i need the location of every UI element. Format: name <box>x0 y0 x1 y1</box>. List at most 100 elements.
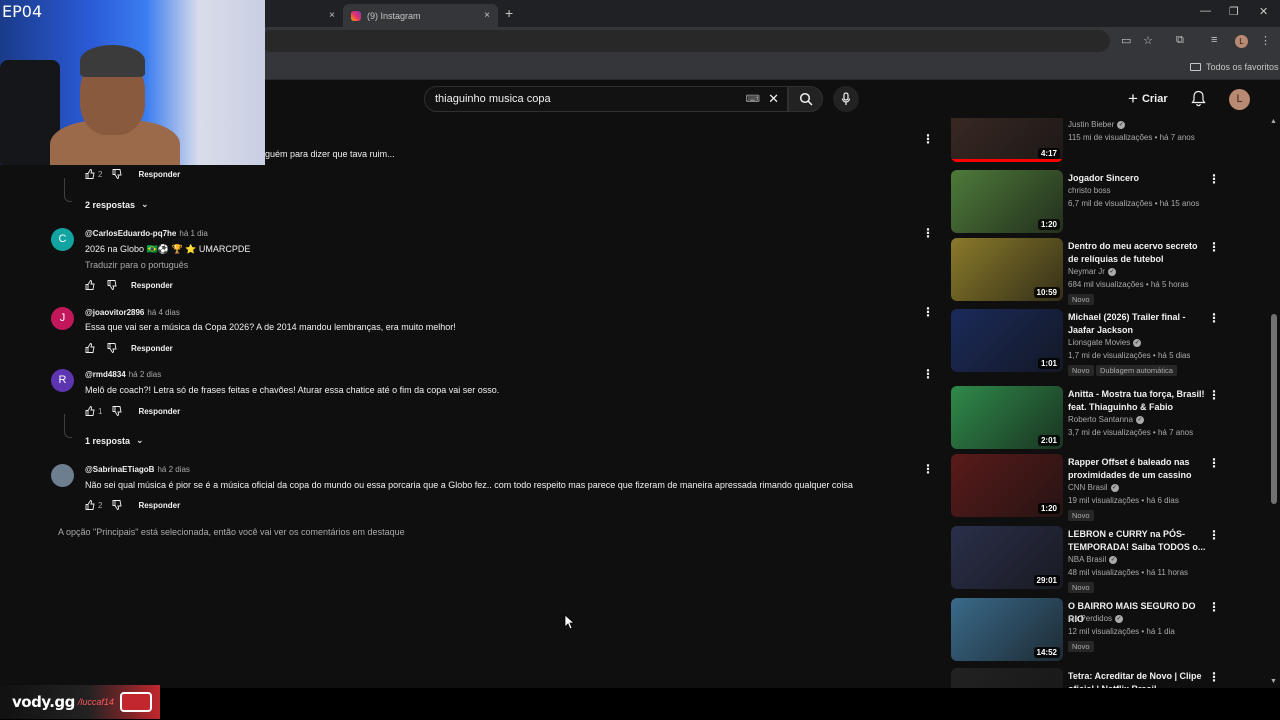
comment-author[interactable]: @CarlosEduardo-pq7he <box>85 229 176 238</box>
dislike-icon[interactable] <box>107 343 117 353</box>
search-button[interactable] <box>788 86 823 112</box>
comment-menu-icon[interactable]: ⋮ <box>922 226 934 240</box>
video-menu-icon[interactable]: ⋮ <box>1208 388 1220 402</box>
video-title[interactable]: Anitta - Mostra tua força, Brasil! feat.… <box>1068 388 1206 414</box>
like-icon[interactable] <box>85 169 95 179</box>
video-thumbnail[interactable]: 1:20 <box>951 170 1063 233</box>
search-input[interactable]: thiaguinho musica copa ⌨ ✕ <box>424 86 788 112</box>
comment-author[interactable]: @joaovitor2896 <box>85 308 144 317</box>
video-menu-icon[interactable]: ⋮ <box>1208 240 1220 254</box>
comment-time[interactable]: há 1 dia <box>179 229 207 238</box>
reply-button[interactable]: Responder <box>138 407 180 416</box>
sidebar-video[interactable]: 1:01 Michael (2026) Trailer final - Jaafa… <box>950 309 1220 376</box>
avatar[interactable]: C <box>51 228 74 251</box>
reply-button[interactable]: Responder <box>131 344 173 353</box>
translate-link[interactable]: Traduzir para o português <box>85 260 188 270</box>
comment-menu-icon[interactable]: ⋮ <box>922 462 934 476</box>
like-icon[interactable] <box>85 280 95 290</box>
media-icon[interactable]: ≡ <box>1211 34 1217 46</box>
video-thumbnail[interactable]: 4:17 <box>951 118 1063 162</box>
reply-button[interactable]: Responder <box>138 170 180 179</box>
like-icon[interactable] <box>85 406 95 416</box>
sidebar-video[interactable]: 29:01 LEBRON e CURRY na PÓS-TEMPORADA! Sa… <box>950 526 1220 593</box>
video-thumbnail[interactable]: 1:01 <box>951 309 1063 372</box>
avatar[interactable] <box>51 464 74 487</box>
video-thumbnail[interactable]: 14:52 <box>951 598 1063 661</box>
video-channel[interactable]: Justin Bieber ✓ <box>1068 120 1126 129</box>
new-tab-button[interactable]: + <box>505 5 513 21</box>
video-channel[interactable]: NBA Brasil ✓ <box>1068 555 1118 564</box>
notifications-bell-icon[interactable] <box>1191 90 1206 107</box>
browser-tab-instagram[interactable]: (9) Instagram × <box>343 4 498 27</box>
video-title[interactable]: LEBRON e CURRY na PÓS-TEMPORADA! Saiba T… <box>1068 528 1206 554</box>
video-channel[interactable]: Roberto Santanna ✓ <box>1068 415 1144 424</box>
comment-menu-icon[interactable]: ⋮ <box>922 305 934 319</box>
dislike-icon[interactable] <box>112 169 122 179</box>
video-channel[interactable]: christo boss <box>1068 186 1111 195</box>
like-icon[interactable] <box>85 500 95 510</box>
video-thumbnail[interactable]: 2:01 <box>951 386 1063 449</box>
video-channel[interactable]: Os Perdidos ✓ <box>1068 614 1124 623</box>
sidebar-video[interactable]: Tetra: Acreditar de Novo | Clipe oficial… <box>950 668 1220 688</box>
comment-time[interactable]: há 4 dias <box>147 308 179 317</box>
comment-menu-icon[interactable]: ⋮ <box>922 367 934 381</box>
browser-tab[interactable]: × <box>265 4 343 27</box>
close-window-button[interactable]: ✕ <box>1259 5 1268 18</box>
video-thumbnail[interactable]: 10:59 <box>951 238 1063 301</box>
cast-icon[interactable]: ▭ <box>1121 34 1131 47</box>
replies-toggle[interactable]: 1 resposta ⌄ <box>85 435 144 446</box>
sidebar-video[interactable]: 1:20 Rapper Offset é baleado nas proximid… <box>950 454 1220 521</box>
restore-button[interactable]: ❐ <box>1229 5 1239 18</box>
video-menu-icon[interactable]: ⋮ <box>1208 528 1220 542</box>
search-query[interactable]: thiaguinho musica copa <box>435 93 746 105</box>
like-icon[interactable] <box>85 343 95 353</box>
comment-author[interactable]: @rmd4834 <box>85 370 126 379</box>
dislike-icon[interactable] <box>112 406 122 416</box>
video-title[interactable]: Rapper Offset é baleado nas proximidades… <box>1068 456 1206 482</box>
scroll-down-arrow-icon[interactable]: ▼ <box>1270 678 1277 685</box>
all-favorites-link[interactable]: Todos os favoritos <box>1190 62 1279 72</box>
video-menu-icon[interactable]: ⋮ <box>1208 456 1220 470</box>
close-icon[interactable]: × <box>329 10 335 21</box>
account-avatar[interactable]: L <box>1229 89 1250 110</box>
video-title[interactable]: Jogador Sincero <box>1068 172 1206 185</box>
sidebar-video[interactable]: 2:01 Anitta - Mostra tua força, Brasil! f… <box>950 386 1220 452</box>
video-menu-icon[interactable]: ⋮ <box>1208 600 1220 614</box>
video-thumbnail[interactable]: 29:01 <box>951 526 1063 589</box>
video-channel[interactable]: Neymar Jr ✓ <box>1068 267 1116 276</box>
video-thumbnail[interactable] <box>951 668 1063 688</box>
comment-time[interactable]: há 2 dias <box>157 465 189 474</box>
avatar[interactable]: J <box>51 307 74 330</box>
sidebar-video[interactable]: 1:20 Jogador Sincero christo boss 6,7 mil d… <box>950 170 1220 236</box>
dislike-icon[interactable] <box>107 280 117 290</box>
voice-search-button[interactable] <box>833 86 859 112</box>
replies-toggle[interactable]: 2 respostas ⌄ <box>85 199 149 210</box>
star-icon[interactable]: ☆ <box>1143 34 1153 47</box>
video-channel[interactable]: Lionsgate Movies ✓ <box>1068 338 1142 347</box>
sidebar-video[interactable]: 14:52 O BAIRRO MAIS SEGURO DO RIO Os Perdi… <box>950 598 1220 664</box>
page-scrollbar[interactable]: ▲ ▼ <box>1268 118 1280 688</box>
comment-menu-icon[interactable]: ⋮ <box>922 132 934 146</box>
clear-search-icon[interactable]: ✕ <box>768 91 779 107</box>
reply-button[interactable]: Responder <box>138 501 180 510</box>
comment-author[interactable]: @SabrinaETiagoB <box>85 465 154 474</box>
video-menu-icon[interactable]: ⋮ <box>1208 172 1220 186</box>
video-menu-icon[interactable]: ⋮ <box>1208 311 1220 325</box>
video-channel[interactable]: CNN Brasil ✓ <box>1068 483 1119 492</box>
video-title[interactable]: Tetra: Acreditar de Novo | Clipe oficial… <box>1068 670 1206 688</box>
minimize-button[interactable]: — <box>1200 5 1211 17</box>
video-thumbnail[interactable]: 1:20 <box>951 454 1063 517</box>
create-button[interactable]: + Criar <box>1128 89 1168 109</box>
address-bar[interactable] <box>260 30 1110 52</box>
video-menu-icon[interactable]: ⋮ <box>1208 670 1220 684</box>
scroll-up-arrow-icon[interactable]: ▲ <box>1270 118 1277 125</box>
sidebar-video[interactable]: 10:59 Dentro do meu acervo secreto de rel… <box>950 238 1220 305</box>
menu-icon[interactable]: ⋮ <box>1260 34 1271 47</box>
comment-time[interactable]: há 2 dias <box>129 370 161 379</box>
keyboard-icon[interactable]: ⌨ <box>746 94 760 105</box>
dislike-icon[interactable] <box>112 500 122 510</box>
scrollbar-thumb[interactable] <box>1271 314 1277 504</box>
close-icon[interactable]: × <box>484 10 490 21</box>
video-title[interactable]: Michael (2026) Trailer final - Jaafar Ja… <box>1068 311 1206 337</box>
extensions-icon[interactable]: ⧉ <box>1176 34 1184 47</box>
